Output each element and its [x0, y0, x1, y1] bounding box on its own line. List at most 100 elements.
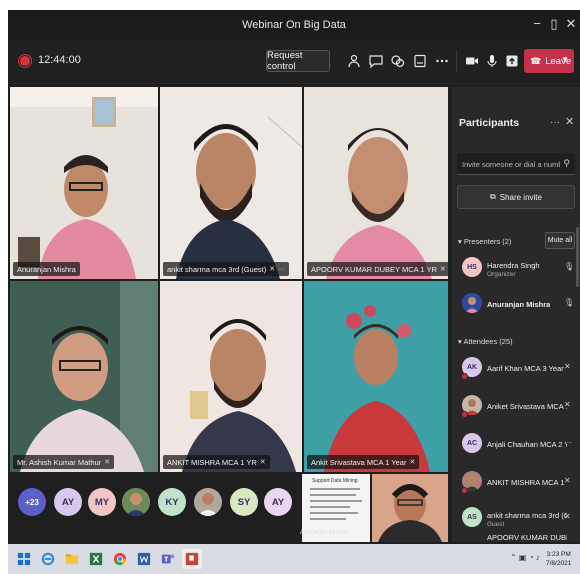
internet-explorer-icon[interactable]	[38, 549, 58, 569]
leave-button[interactable]: ☎ Leave ▼	[524, 49, 574, 73]
participant-name-tag: Mr. Ashish Kumar Mathur ✕	[13, 455, 115, 469]
participant-name-tag: ankit sharma mca 3rd (Guest) ✕ ···	[163, 262, 290, 276]
request-control-button[interactable]: Request control	[266, 50, 330, 72]
close-button[interactable]: ✕	[562, 16, 580, 32]
text-line	[310, 512, 358, 514]
self-video-thumbnail[interactable]	[372, 474, 448, 542]
excel-icon[interactable]	[86, 549, 106, 569]
text-line	[310, 506, 350, 508]
participant-name-tag: Ankit Srivastava MCA 1 Year ✕	[307, 455, 420, 469]
participant-row[interactable]: AK Aarif Khan MCA 3 Year ✕	[452, 353, 580, 383]
video-tile[interactable]: Anuranjan Mishra	[10, 87, 158, 279]
participants-icon[interactable]	[344, 51, 364, 71]
more-participants-button[interactable]: +23	[18, 488, 46, 516]
hangup-icon: ☎	[530, 55, 542, 66]
participant-name: Anuranjan Mishra	[487, 300, 551, 309]
window-title: Webinar On Big Data	[242, 19, 346, 31]
taskbar-time: 3:23 PM	[546, 551, 571, 558]
presenters-section-header[interactable]: ▾ Presenters (2)	[458, 237, 511, 246]
avatar: AS	[462, 507, 482, 527]
meeting-timer: 12:44:00	[38, 54, 81, 66]
participant-row[interactable]: AC Anjali Chauhan MCA 2 Year ···	[452, 429, 580, 459]
more-icon[interactable]	[432, 51, 452, 71]
video-tile[interactable]: Ankit Srivastava MCA 1 Year ✕	[304, 281, 448, 472]
avatar: AC	[462, 433, 482, 453]
video-tile[interactable]: ANKIT MISHRA MCA 1 YR ✕	[160, 281, 302, 472]
participant-name: Aarif Khan MCA 3 Year	[487, 364, 564, 373]
mic-off-icon: ✕	[564, 400, 571, 409]
more-icon[interactable]: ···	[278, 266, 285, 273]
word-icon[interactable]	[134, 549, 154, 569]
status-badge	[461, 373, 468, 380]
mic-off-icon: ✕	[269, 266, 276, 273]
reactions-icon[interactable]	[388, 51, 408, 71]
share-icon[interactable]	[502, 51, 522, 71]
recording-dot	[20, 56, 30, 66]
mic-off-icon: ✕	[259, 459, 266, 466]
text-line	[310, 488, 360, 490]
panel-scrollbar[interactable]	[576, 227, 579, 287]
share-invite-button[interactable]: ⧉ Share invite	[457, 185, 575, 209]
participant-name: Anuranjan Mishra	[17, 264, 76, 274]
chat-icon[interactable]	[366, 51, 386, 71]
camera-icon[interactable]	[462, 51, 482, 71]
more-icon[interactable]: ···	[550, 117, 560, 128]
avatar[interactable]: SY	[230, 488, 258, 516]
video-tile[interactable]: APOORV KUMAR DUBEY MCA 1 YR ✕	[304, 87, 448, 279]
invite-input[interactable]	[462, 157, 560, 171]
participant-row[interactable]: Aniket Srivastava MCA 1 Year ✕	[452, 391, 580, 421]
participant-name: Harendra Singh	[487, 261, 540, 270]
windows-start-icon[interactable]	[14, 549, 34, 569]
mic-off-icon: ✕	[564, 476, 571, 485]
mute-all-button[interactable]: Mute all	[545, 232, 575, 249]
participant-name: ankit sharma mca 3rd (Guest)	[487, 511, 567, 520]
participant-name: Aniket Srivastava MCA 1 Year	[487, 402, 567, 411]
more-icon[interactable]: ···	[564, 438, 572, 447]
participant-row[interactable]: APOORV KUMAR DUBEY MC	[452, 533, 580, 542]
panel-title: Participants	[459, 117, 520, 129]
participant-name-tag: Anuranjan Mishra	[13, 262, 80, 276]
close-icon[interactable]: ✕	[565, 115, 574, 128]
teams-window: Webinar On Big Data − ▯ ✕ 12:44:00 Reque…	[8, 10, 580, 574]
teams-icon[interactable]	[158, 549, 178, 569]
avatar[interactable]: AY	[264, 488, 292, 516]
video-tile[interactable]: Mr. Ashish Kumar Mathur ✕	[10, 281, 158, 472]
participant-row[interactable]: Anuranjan Mishra 🎙	[452, 289, 580, 319]
participant-row[interactable]: HS Harendra Singh Organizer 🎙	[452, 253, 580, 283]
avatar[interactable]	[122, 488, 150, 516]
maximize-button[interactable]: ▯	[545, 16, 563, 32]
participant-name-tag: APOORV KUMAR DUBEY MCA 1 YR ✕	[307, 262, 448, 276]
chrome-icon[interactable]	[110, 549, 130, 569]
avatar[interactable]: KY	[158, 488, 186, 516]
taskbar-clock[interactable]: 3:23 PM 7/8/2021	[546, 550, 571, 568]
share-tray-icon[interactable]	[410, 51, 430, 71]
video-tile[interactable]: ankit sharma mca 3rd (Guest) ✕ ···	[160, 87, 302, 279]
text-line	[310, 494, 356, 496]
mic-off-icon: ✕	[104, 459, 111, 466]
mic-icon[interactable]	[482, 51, 502, 71]
powerpoint-icon[interactable]	[182, 549, 202, 569]
status-badge	[461, 411, 468, 418]
avatar[interactable]: AY	[54, 488, 82, 516]
attendees-section-header[interactable]: ▾ Attendees (25)	[458, 337, 513, 346]
file-explorer-icon[interactable]	[62, 549, 82, 569]
overflow-participant-strip: +23 AY MY KY SY AY Support Data Mining A…	[8, 474, 448, 542]
mic-off-icon: ✕	[409, 459, 416, 466]
participant-row[interactable]: ANKIT MISHRA MCA 1 YR ✕	[452, 467, 580, 497]
minimize-button[interactable]: −	[528, 16, 546, 31]
participant-name: Ankit Srivastava MCA 1 Year	[311, 457, 407, 467]
participants-panel: Participants ··· ✕ ⚲ ⧉ Share invite ▾ Pr…	[452, 87, 580, 542]
meeting-toolbar: 12:44:00 Request control ☎ Leave ▼	[8, 40, 580, 84]
participant-role: Guest	[487, 521, 505, 528]
system-tray-icons[interactable]: ⌃ ▣ ◔ ♪	[510, 553, 540, 562]
search-icon[interactable]: ⚲	[563, 158, 570, 169]
status-badge	[461, 487, 468, 494]
chevron-down-icon[interactable]: ▼	[561, 55, 569, 64]
mic-off-icon: ✕	[564, 512, 571, 521]
avatar[interactable]: MY	[88, 488, 116, 516]
avatar[interactable]	[194, 488, 222, 516]
participant-row[interactable]: AS ankit sharma mca 3rd (Guest) Guest ✕	[452, 503, 580, 533]
invite-field[interactable]: ⚲	[457, 153, 575, 175]
share-invite-label: Share invite	[499, 192, 542, 202]
avatar: HS	[462, 257, 482, 277]
